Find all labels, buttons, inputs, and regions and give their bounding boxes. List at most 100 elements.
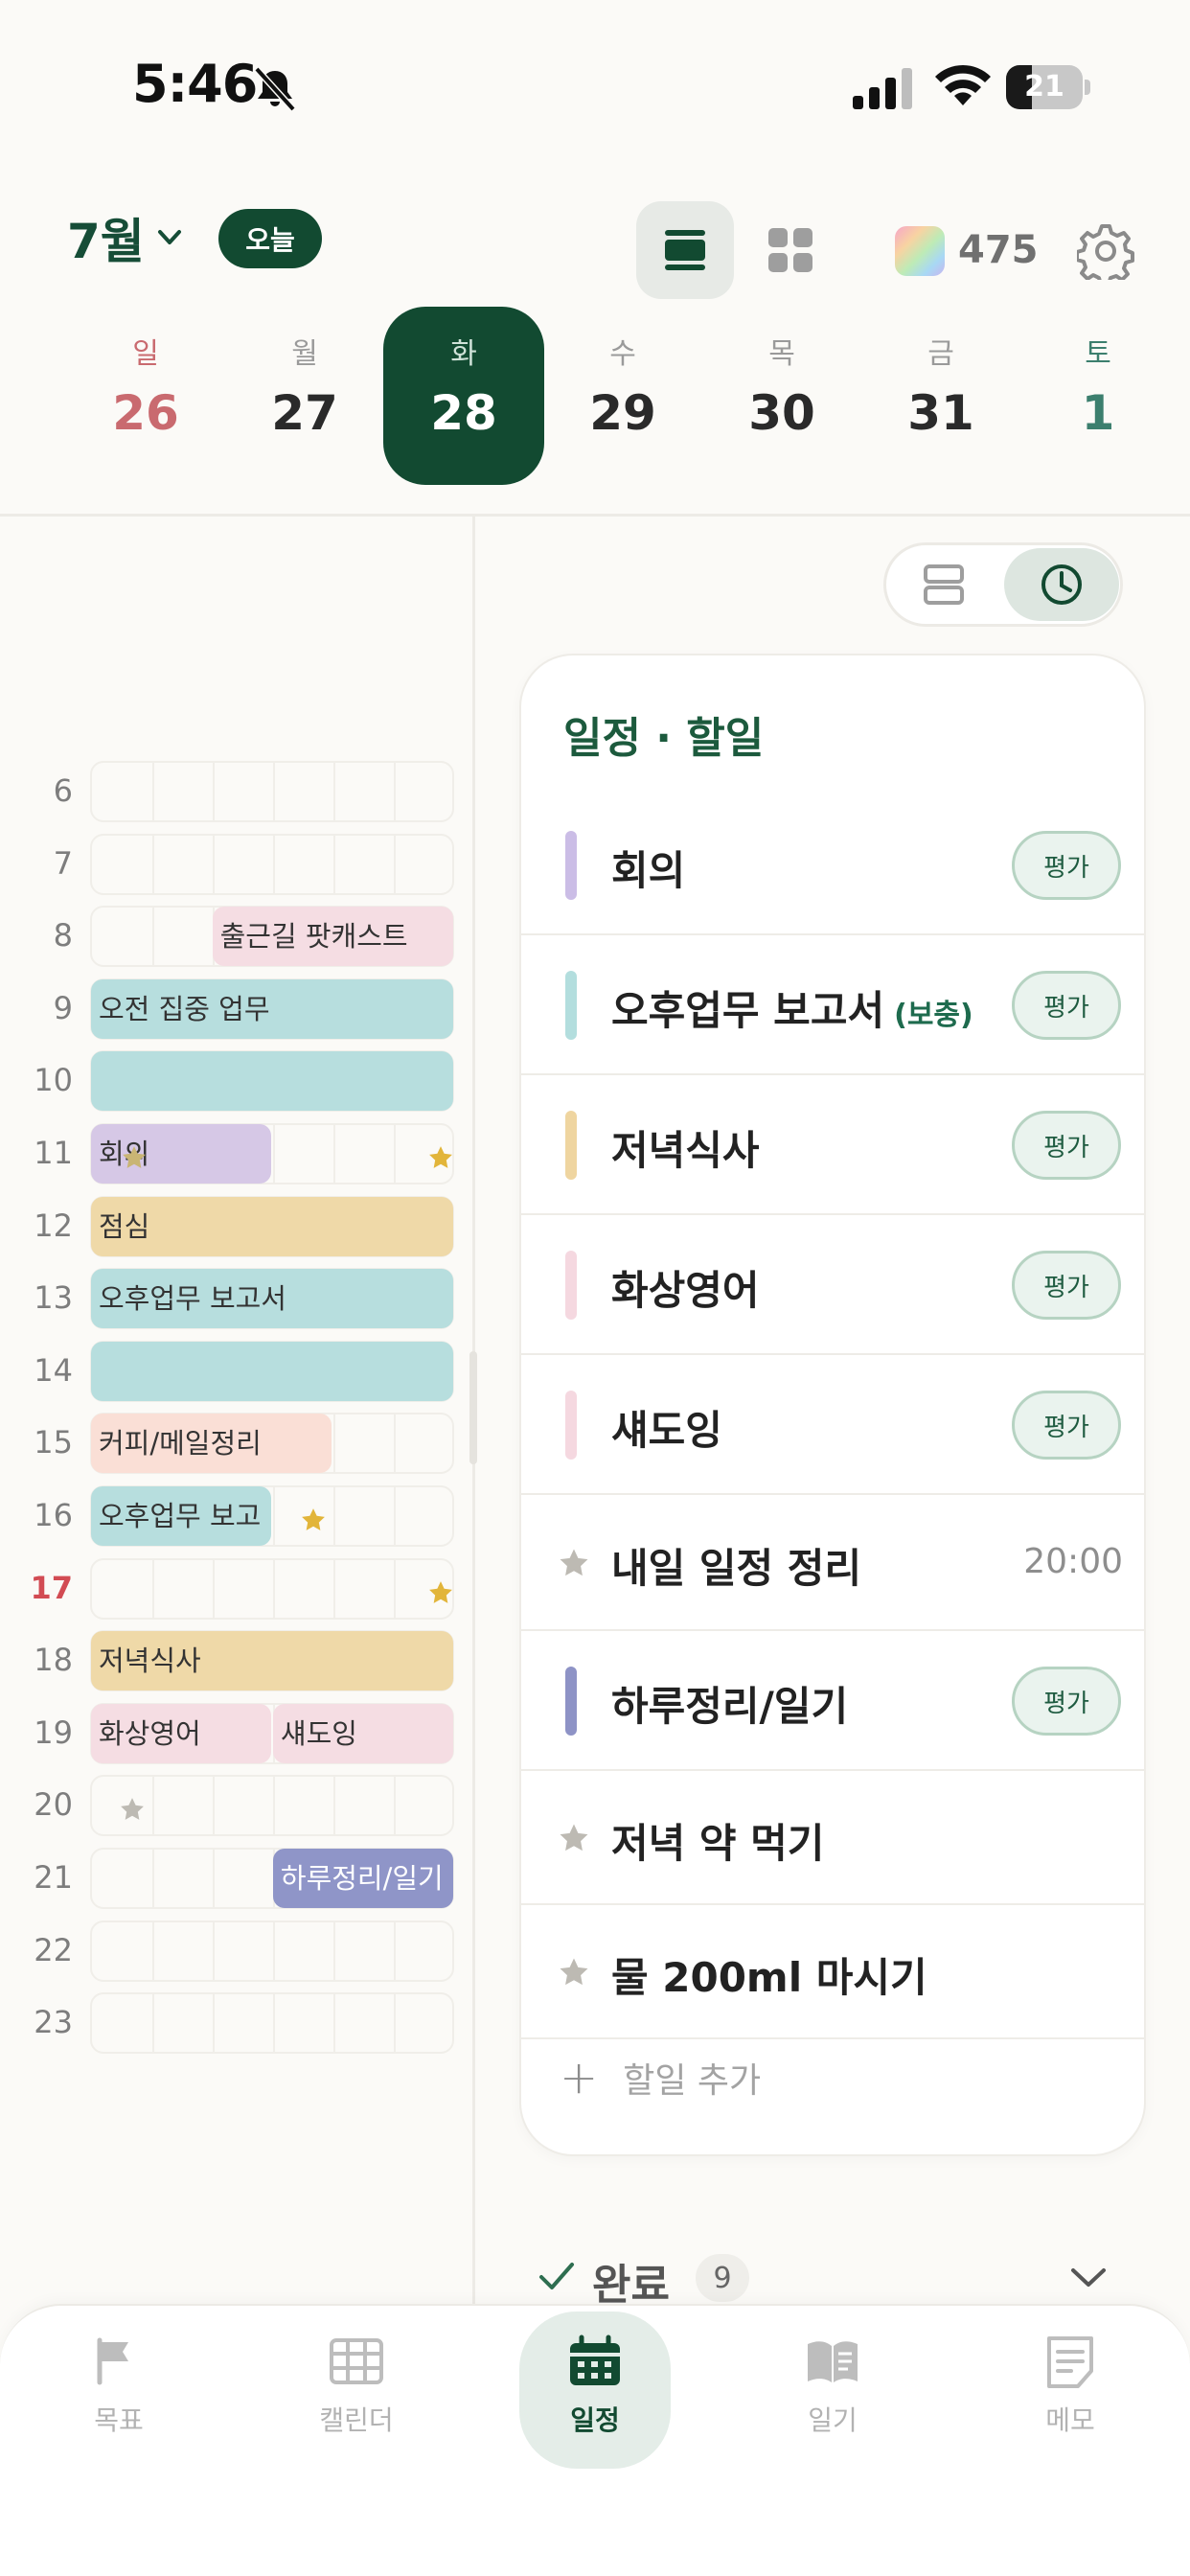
- task-item[interactable]: 저녁식사 평가: [521, 1075, 1144, 1215]
- task-title-text: 물 200ml 마시기: [611, 1954, 927, 2001]
- evaluate-button[interactable]: 평가: [1012, 1251, 1121, 1320]
- hour-label-15: 15: [34, 1424, 73, 1461]
- task-item[interactable]: 하루정리/일기 평가: [521, 1631, 1144, 1771]
- weekday-label: 토: [1085, 337, 1111, 371]
- bell-slash-icon: [254, 67, 296, 111]
- hour-row-22[interactable]: [90, 1920, 454, 1982]
- hour-label-7: 7: [53, 844, 73, 882]
- hour-label-23: 23: [34, 2004, 73, 2041]
- task-color-bar: [565, 1667, 577, 1736]
- date-number: 28: [430, 385, 497, 441]
- task-time: 20:00: [1023, 1542, 1123, 1581]
- hour-label-11: 11: [34, 1135, 73, 1171]
- timeline-event[interactable]: 화상영어: [91, 1703, 271, 1763]
- timeline-event[interactable]: 점심: [91, 1196, 453, 1256]
- star-icon: [560, 1549, 588, 1576]
- day-27[interactable]: 월 27: [242, 330, 367, 441]
- day-31[interactable]: 금 31: [879, 330, 1003, 441]
- star-icon: [123, 1146, 146, 1168]
- day-26[interactable]: 일 26: [83, 330, 208, 441]
- weekday-label: 월: [291, 337, 318, 371]
- timeline-event[interactable]: 출근길 팟캐스트: [212, 907, 453, 967]
- time-mode-button[interactable]: [1004, 548, 1119, 621]
- date-number: 26: [112, 385, 179, 441]
- grid-icon: [768, 228, 812, 272]
- day-view-button[interactable]: [636, 201, 734, 299]
- task-title-text: 섀도잉: [611, 1407, 722, 1454]
- today-button[interactable]: 오늘: [218, 209, 322, 268]
- tab-calendar[interactable]: 일정: [514, 2334, 676, 2438]
- task-item[interactable]: 저녁 약 먹기: [521, 1771, 1144, 1905]
- flag-icon: [97, 2337, 128, 2385]
- hour-row-23[interactable]: [90, 1992, 454, 2055]
- day-29[interactable]: 수 29: [561, 330, 685, 441]
- hour-row-6[interactable]: [90, 761, 454, 822]
- task-title: 회의: [611, 839, 685, 897]
- hour-label-6: 6: [53, 772, 73, 809]
- done-section-label[interactable]: 완료: [592, 2250, 670, 2312]
- task-item[interactable]: 물 200ml 마시기: [521, 1905, 1144, 2039]
- timeline-event[interactable]: 오후업무 보고: [91, 1486, 271, 1546]
- hour-label-14: 14: [34, 1351, 73, 1389]
- task-item[interactable]: 회의 평가: [521, 795, 1144, 935]
- calendar-icon: [570, 2334, 620, 2385]
- timeline-event[interactable]: 커피/메일정리: [91, 1414, 332, 1474]
- points-count[interactable]: 475: [958, 228, 1039, 272]
- task-color-bar: [565, 831, 577, 900]
- chevron-down-icon[interactable]: [155, 226, 184, 249]
- tab-memo[interactable]: 메모: [989, 2334, 1152, 2438]
- task-title-text: 하루정리/일기: [611, 1683, 849, 1730]
- timeline-event[interactable]: 회의: [91, 1124, 271, 1184]
- card-title: 일정 · 할일: [563, 714, 765, 763]
- add-todo-button[interactable]: + 할일 추가: [560, 2051, 761, 2104]
- evaluate-button[interactable]: 평가: [1012, 1667, 1121, 1736]
- chevron-down-icon[interactable]: [1069, 2266, 1108, 2290]
- tab-flag[interactable]: 목표: [37, 2334, 200, 2438]
- task-item[interactable]: 섀도잉 평가: [521, 1355, 1144, 1495]
- timeline-event[interactable]: 섀도잉: [272, 1703, 453, 1763]
- grid-view-button[interactable]: [757, 217, 824, 284]
- task-title-text: 저녁식사: [611, 1127, 760, 1174]
- tab-calendar-grid[interactable]: 캘린더: [275, 2334, 438, 2438]
- weekday-label: 화: [450, 337, 477, 371]
- timeline-event[interactable]: [91, 1051, 453, 1112]
- hour-row-7[interactable]: [90, 833, 454, 895]
- month-selector[interactable]: 7월: [67, 203, 145, 272]
- task-title: 하루정리/일기: [611, 1674, 848, 1733]
- evaluate-button[interactable]: 평가: [1012, 831, 1121, 900]
- evaluate-button[interactable]: 평가: [1012, 1391, 1121, 1460]
- day-1[interactable]: 토1: [1036, 330, 1160, 441]
- day-28[interactable]: 화 28: [401, 330, 526, 441]
- timeline-event[interactable]: 오전 집중 업무: [91, 978, 453, 1039]
- check-icon: [539, 2263, 574, 2289]
- task-color-bar: [565, 1391, 577, 1460]
- task-suffix: (보충): [894, 999, 973, 1032]
- timeline-event[interactable]: 하루정리/일기: [272, 1849, 453, 1908]
- header-divider: [0, 514, 1190, 517]
- list-mode-button[interactable]: [891, 550, 996, 619]
- tab-book[interactable]: 일기: [751, 2334, 914, 2438]
- task-item[interactable]: 내일 일정 정리 20:00: [521, 1495, 1144, 1631]
- plus-icon: +: [560, 2051, 599, 2104]
- tab-label: 일정: [570, 2404, 620, 2436]
- task-item[interactable]: 오후업무 보고서 (보충) 평가: [521, 935, 1144, 1075]
- gear-icon[interactable]: [1077, 222, 1134, 280]
- book-icon: [808, 2341, 858, 2382]
- weekday-label: 금: [927, 337, 954, 371]
- task-title-text: 내일 일정 정리: [611, 1545, 862, 1592]
- day-30[interactable]: 목 30: [720, 330, 844, 441]
- done-count-badge: 9: [696, 2254, 749, 2302]
- points-gem-icon[interactable]: [895, 226, 945, 276]
- evaluate-button[interactable]: 평가: [1012, 1111, 1121, 1180]
- hour-row-17[interactable]: [90, 1557, 454, 1620]
- evaluate-button[interactable]: 평가: [1012, 971, 1121, 1040]
- list-view-icon: [665, 230, 705, 270]
- timeline-scrollbar[interactable]: [469, 1351, 477, 1464]
- timeline-event[interactable]: 오후업무 보고서: [91, 1269, 453, 1329]
- task-item[interactable]: 화상영어 평가: [521, 1215, 1144, 1355]
- calendar-grid-icon: [330, 2338, 383, 2384]
- task-title: 화상영어: [611, 1258, 760, 1317]
- date-number: 31: [907, 385, 974, 441]
- timeline-event[interactable]: 저녁식사: [91, 1631, 453, 1691]
- timeline-event[interactable]: [91, 1341, 453, 1401]
